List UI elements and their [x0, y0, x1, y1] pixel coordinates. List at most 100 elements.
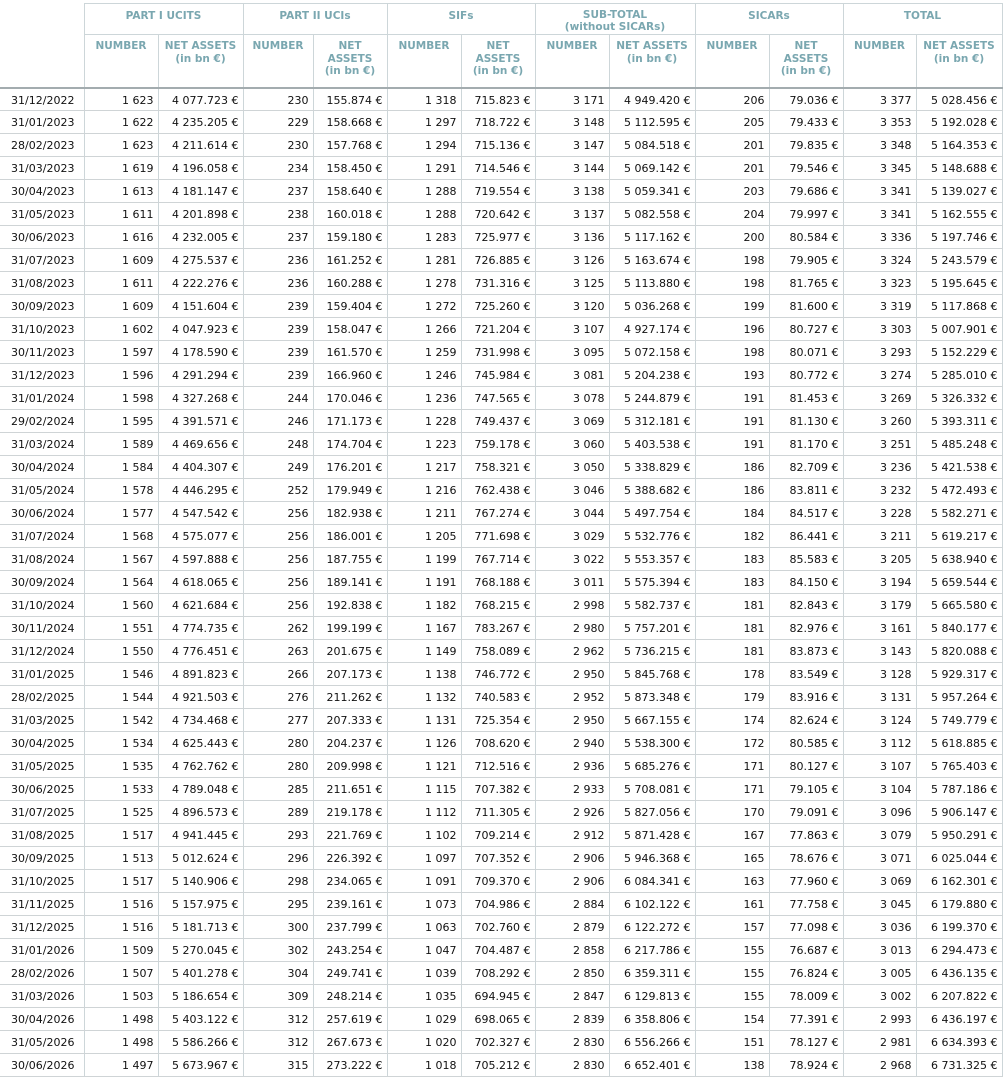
cell-sifs-assets: 702.760 € — [460, 915, 535, 939]
table-row: 31/01/2023 1 622 4 235.205 €229 158.668 €1 … — [0, 110, 1003, 134]
cell-part1-number: 1 613 — [83, 179, 158, 203]
cell-part2-assets: 161.252 € — [312, 248, 387, 272]
cell-part2-assets: 239.161 € — [312, 892, 387, 916]
cell-part1-assets: 4 618.065 € — [157, 570, 243, 594]
cell-part1-assets: 4 232.005 € — [157, 225, 243, 249]
cell-part1-number: 1 560 — [83, 593, 158, 617]
cell-part1-assets: 4 275.537 € — [157, 248, 243, 272]
cell-sicars-number: 191 — [694, 386, 769, 410]
cell-part1-number: 1 623 — [83, 133, 158, 157]
cell-sifs-number: 1 029 — [386, 1007, 461, 1031]
table-row: 30/11/2023 1 597 4 178.590 €239 161.570 €1 … — [0, 340, 1003, 364]
cell-part1-assets: 4 896.573 € — [157, 800, 243, 824]
cell-date: 31/01/2026 — [0, 938, 84, 962]
cell-part1-number: 1 602 — [83, 317, 158, 341]
cell-part1-assets: 4 621.684 € — [157, 593, 243, 617]
cell-date: 31/07/2025 — [0, 800, 84, 824]
table-row: 31/11/2025 1 516 5 157.975 €295 239.161 €1 … — [0, 892, 1003, 916]
cell-date: 31/01/2023 — [0, 110, 84, 134]
cell-subtotal-number: 2 830 — [534, 1053, 609, 1077]
cell-part1-number: 1 609 — [83, 294, 158, 318]
cell-part1-assets: 4 789.048 € — [157, 777, 243, 801]
cell-total-assets: 6 025.044 € — [915, 846, 1003, 870]
cell-sicars-number: 191 — [694, 432, 769, 456]
cell-sifs-assets: 762.438 € — [460, 478, 535, 502]
header-subtotal-assets: NET ASSETS (in bn €) — [608, 34, 695, 89]
table-row: 31/07/2023 1 609 4 275.537 €236 161.252 €1 … — [0, 248, 1003, 272]
cell-sifs-assets: 705.212 € — [460, 1053, 535, 1077]
header-part1-ucits: PART I UCITS — [83, 3, 243, 35]
cell-sicars-assets: 80.772 € — [768, 363, 843, 387]
cell-total-number: 3 179 — [842, 593, 916, 617]
cell-sicars-assets: 79.105 € — [768, 777, 843, 801]
cell-date: 31/07/2023 — [0, 248, 84, 272]
cell-sicars-number: 198 — [694, 271, 769, 295]
header-subtotal: SUB-TOTAL (without SICARs) — [534, 3, 695, 35]
cell-sicars-assets: 79.835 € — [768, 133, 843, 157]
cell-subtotal-number: 2 950 — [534, 662, 609, 686]
cell-sicars-assets: 80.584 € — [768, 225, 843, 249]
cell-part2-number: 237 — [242, 179, 313, 203]
header-total: TOTAL — [842, 3, 1003, 35]
table-row: 30/09/2025 1 513 5 012.624 €296 226.392 €1 … — [0, 846, 1003, 870]
cell-sicars-assets: 76.824 € — [768, 961, 843, 985]
cell-part2-number: 256 — [242, 570, 313, 594]
cell-part1-number: 1 509 — [83, 938, 158, 962]
cell-sifs-assets: 725.260 € — [460, 294, 535, 318]
cell-date: 30/11/2024 — [0, 616, 84, 640]
cell-part1-number: 1 609 — [83, 248, 158, 272]
cell-part1-assets: 4 211.614 € — [157, 133, 243, 157]
cell-total-assets: 6 162.301 € — [915, 869, 1003, 893]
cell-sifs-number: 1 126 — [386, 731, 461, 755]
cell-sifs-assets: 725.354 € — [460, 708, 535, 732]
cell-sicars-number: 183 — [694, 570, 769, 594]
cell-sicars-assets: 82.624 € — [768, 708, 843, 732]
cell-subtotal-assets: 5 827.056 € — [608, 800, 695, 824]
cell-part1-number: 1 513 — [83, 846, 158, 870]
cell-sifs-assets: 771.698 € — [460, 524, 535, 548]
cell-part1-number: 1 589 — [83, 432, 158, 456]
cell-sifs-number: 1 228 — [386, 409, 461, 433]
cell-total-number: 3 269 — [842, 386, 916, 410]
cell-sifs-number: 1 020 — [386, 1030, 461, 1054]
cell-date: 30/06/2024 — [0, 501, 84, 525]
cell-date: 31/11/2025 — [0, 892, 84, 916]
cell-total-number: 3 228 — [842, 501, 916, 525]
cell-sifs-number: 1 018 — [386, 1053, 461, 1077]
cell-part1-number: 1 623 — [83, 87, 158, 111]
cell-part1-assets: 4 404.307 € — [157, 455, 243, 479]
cell-part1-number: 1 595 — [83, 409, 158, 433]
cell-sifs-number: 1 091 — [386, 869, 461, 893]
cell-subtotal-number: 2 850 — [534, 961, 609, 985]
cell-date: 30/04/2025 — [0, 731, 84, 755]
cell-total-number: 3 377 — [842, 87, 916, 111]
cell-sicars-assets: 77.863 € — [768, 823, 843, 847]
cell-sifs-assets: 768.188 € — [460, 570, 535, 594]
table-row: 30/11/2024 1 551 4 774.735 €262 199.199 €1 … — [0, 616, 1003, 640]
cell-part1-assets: 4 201.898 € — [157, 202, 243, 226]
header-sicars-number: NUMBER — [694, 34, 769, 89]
cell-sifs-number: 1 283 — [386, 225, 461, 249]
cell-part1-number: 1 535 — [83, 754, 158, 778]
cell-subtotal-assets: 5 575.394 € — [608, 570, 695, 594]
cell-subtotal-number: 2 839 — [534, 1007, 609, 1031]
cell-part2-number: 276 — [242, 685, 313, 709]
table-row: 31/01/2025 1 546 4 891.823 €266 207.173 €1 … — [0, 662, 1003, 686]
cell-part2-number: 249 — [242, 455, 313, 479]
cell-part1-number: 1 611 — [83, 202, 158, 226]
cell-subtotal-number: 2 980 — [534, 616, 609, 640]
table-row: 31/03/2026 1 503 5 186.654 €309 248.214 €1 … — [0, 984, 1003, 1008]
cell-sifs-assets: 759.178 € — [460, 432, 535, 456]
cell-date: 30/04/2023 — [0, 179, 84, 203]
cell-subtotal-assets: 5 497.754 € — [608, 501, 695, 525]
cell-date: 30/11/2023 — [0, 340, 84, 364]
cell-total-number: 3 319 — [842, 294, 916, 318]
cell-part2-number: 300 — [242, 915, 313, 939]
cell-part2-number: 239 — [242, 363, 313, 387]
cell-subtotal-number: 3 029 — [534, 524, 609, 548]
cell-sicars-assets: 83.916 € — [768, 685, 843, 709]
cell-subtotal-number: 2 940 — [534, 731, 609, 755]
cell-sicars-assets: 82.843 € — [768, 593, 843, 617]
cell-part2-assets: 199.199 € — [312, 616, 387, 640]
statistics-table: PART I UCITS PART II UCIs SIFs SUB-TOTAL… — [0, 3, 1003, 1077]
